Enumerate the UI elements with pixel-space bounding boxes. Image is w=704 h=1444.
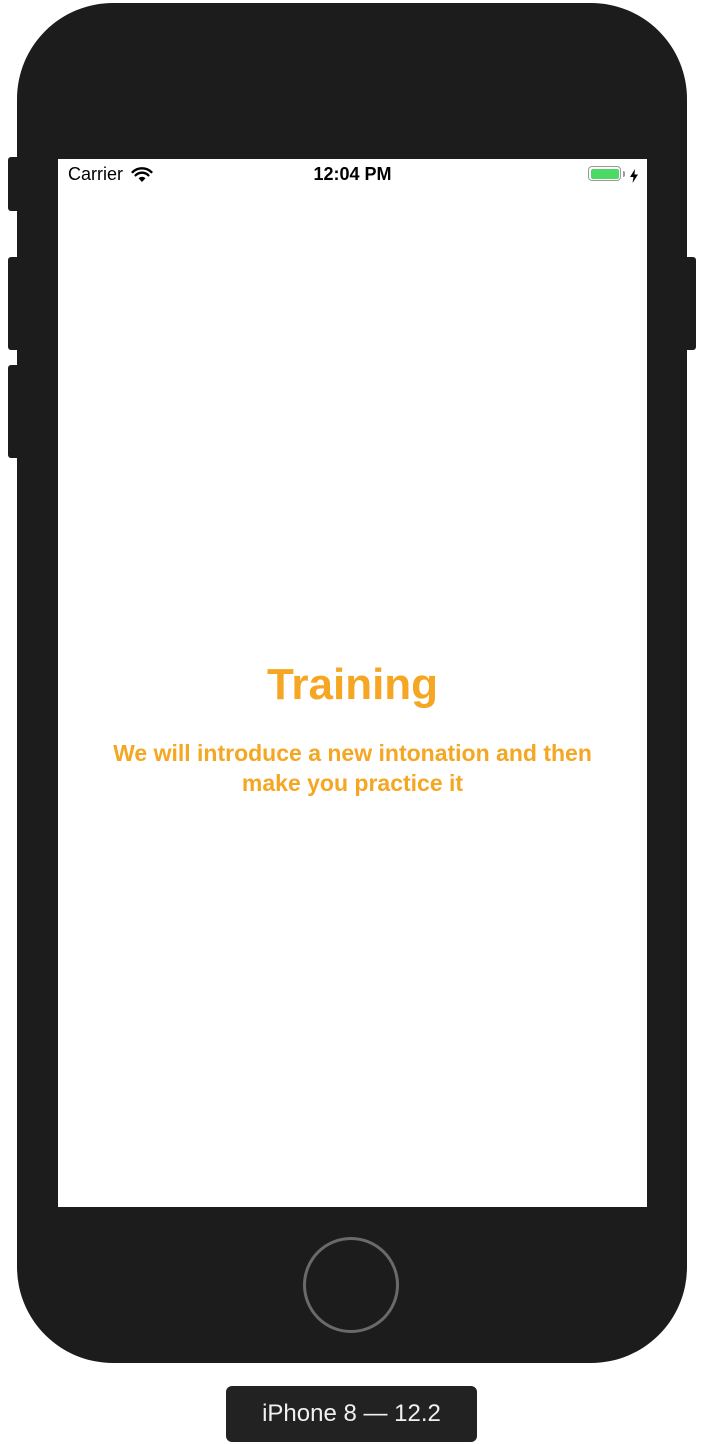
home-button[interactable] <box>303 1237 399 1333</box>
simulator-window: Carrier 12:04 PM Training We will introd… <box>0 0 704 1444</box>
page-title: Training <box>266 660 439 709</box>
lightning-bolt-icon <box>629 167 639 183</box>
battery-icon <box>588 166 621 181</box>
battery-cap <box>623 170 625 177</box>
intro-content: Training We will introduce a new intonat… <box>58 659 647 798</box>
battery-indicator <box>588 166 639 183</box>
device-screen: Carrier 12:04 PM Training We will introd… <box>58 159 647 1207</box>
device-label: iPhone 8 — 12.2 <box>226 1386 477 1442</box>
status-bar: Carrier 12:04 PM <box>58 159 647 191</box>
page-subtitle: We will introduce a new intonation and t… <box>113 740 592 796</box>
status-time: 12:04 PM <box>313 164 392 184</box>
battery-level-fill <box>590 168 619 179</box>
